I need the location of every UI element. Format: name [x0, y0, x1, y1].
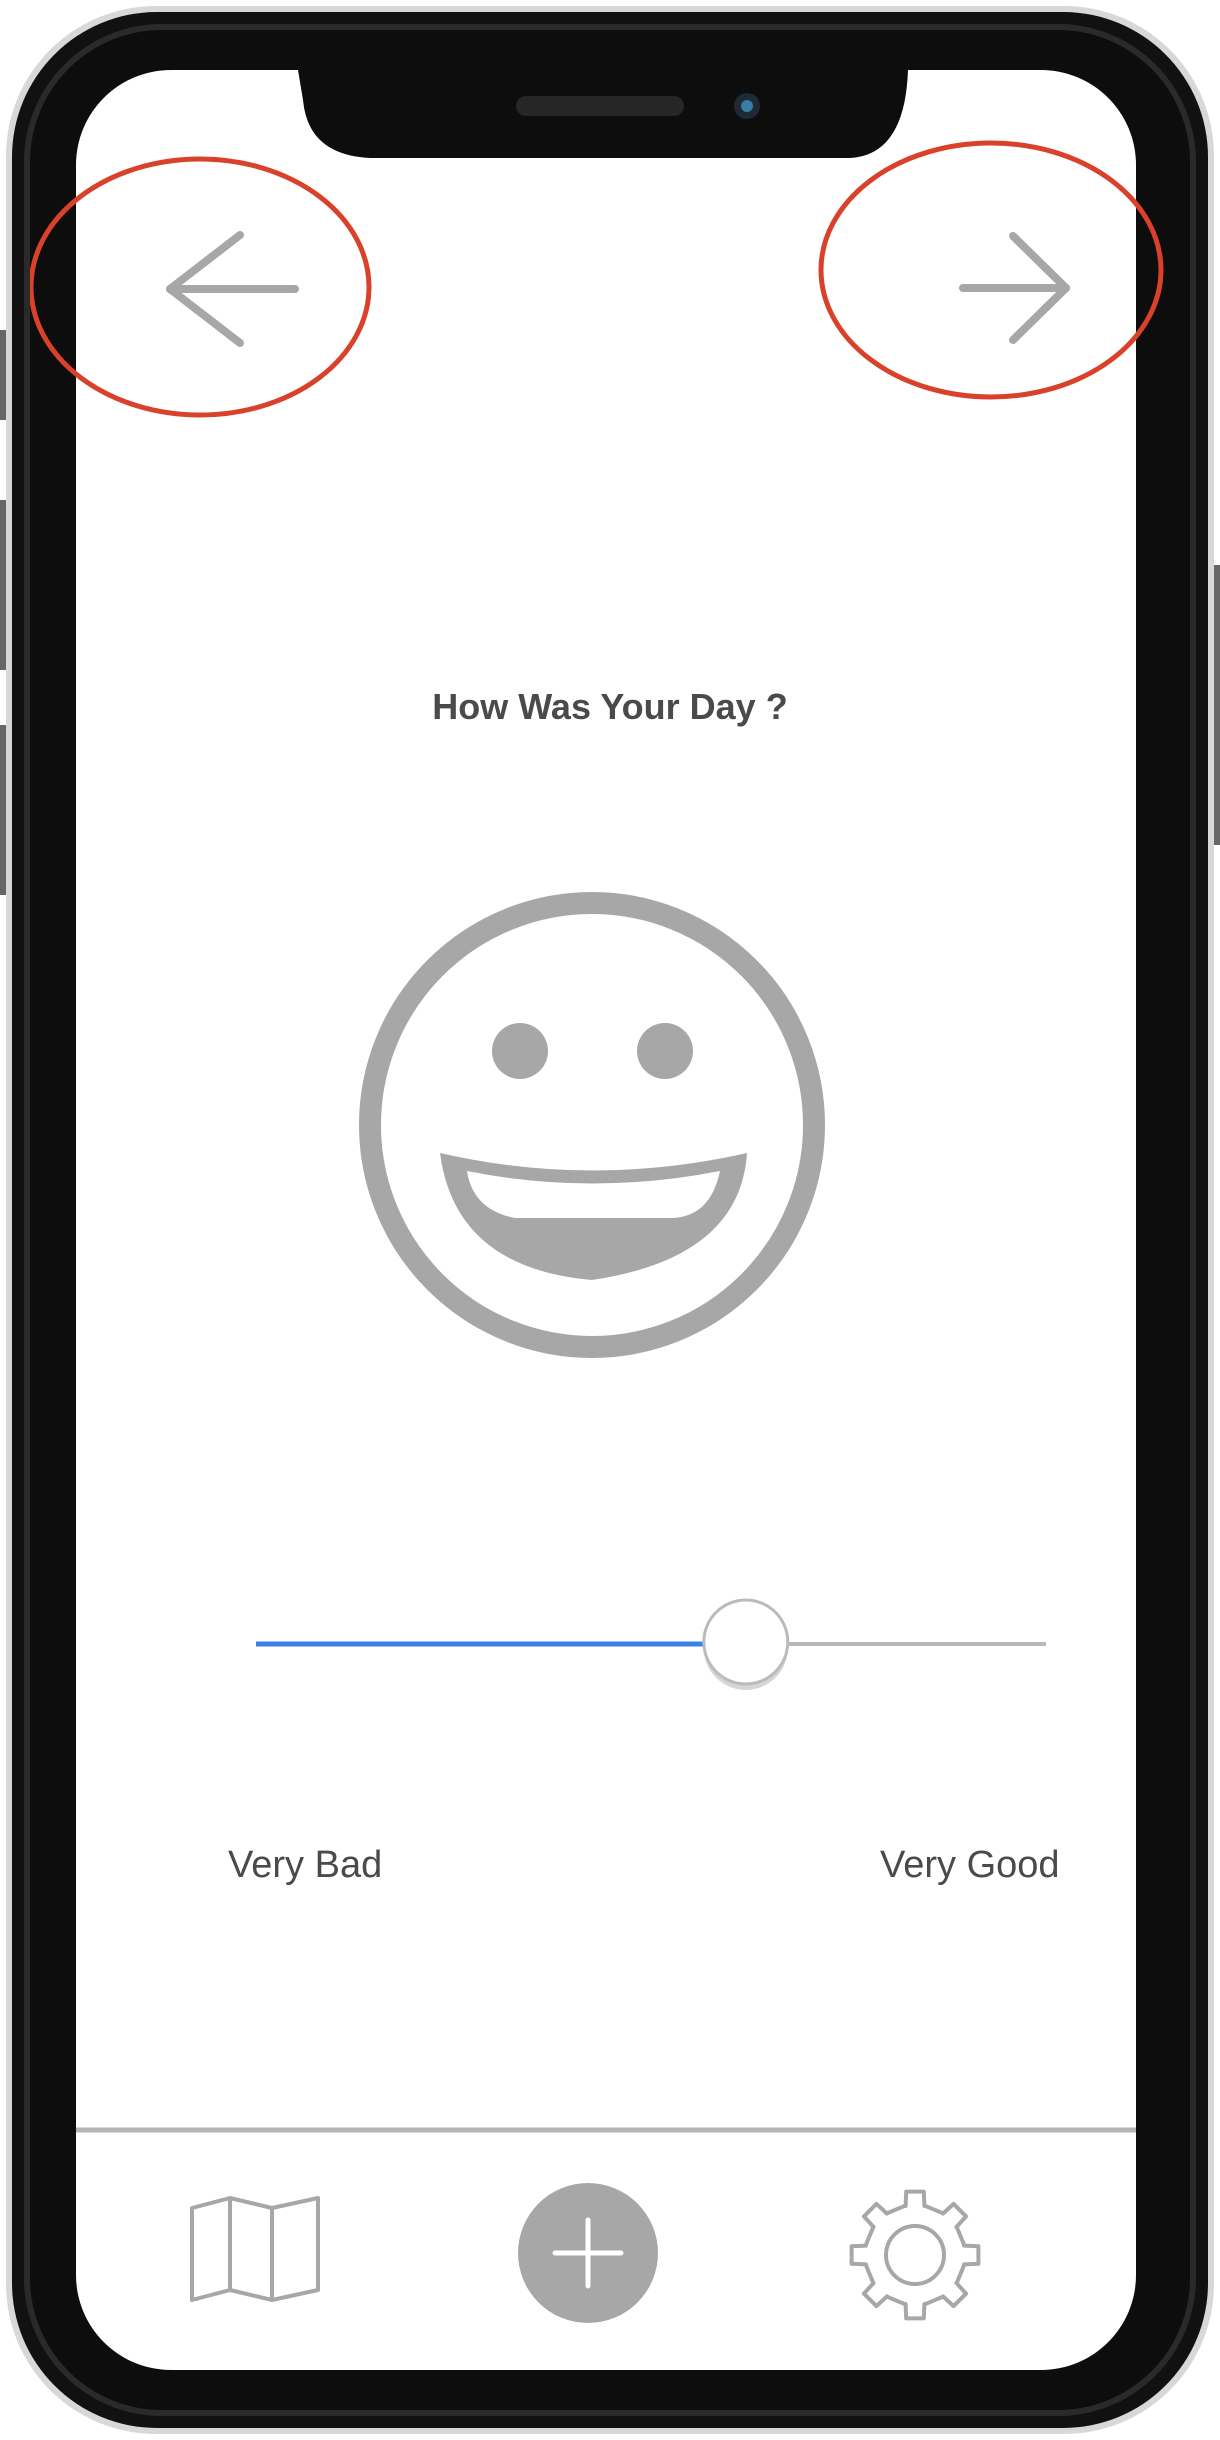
map-icon — [190, 2196, 320, 2302]
tab-map[interactable] — [180, 2190, 330, 2310]
question-title: How Was Your Day ? — [432, 686, 788, 727]
gear-icon — [849, 2189, 981, 2321]
phone-screen: How Was Your Day ? Very Bad Very Good — [0, 0, 1220, 2440]
tab-settings[interactable] — [840, 2180, 990, 2330]
speaker-grille — [516, 96, 684, 116]
slider-min-label: Very Bad — [228, 1844, 383, 1886]
tab-add[interactable] — [515, 2180, 661, 2326]
forward-arrow-hit-area[interactable] — [930, 215, 1090, 355]
grinning-face-icon — [359, 892, 825, 1358]
slider-max-label: Very Good — [880, 1844, 1060, 1886]
mood-slider[interactable] — [240, 1590, 1060, 1702]
slider-thumb[interactable] — [702, 1598, 790, 1690]
back-arrow-hit-area[interactable] — [130, 215, 310, 355]
